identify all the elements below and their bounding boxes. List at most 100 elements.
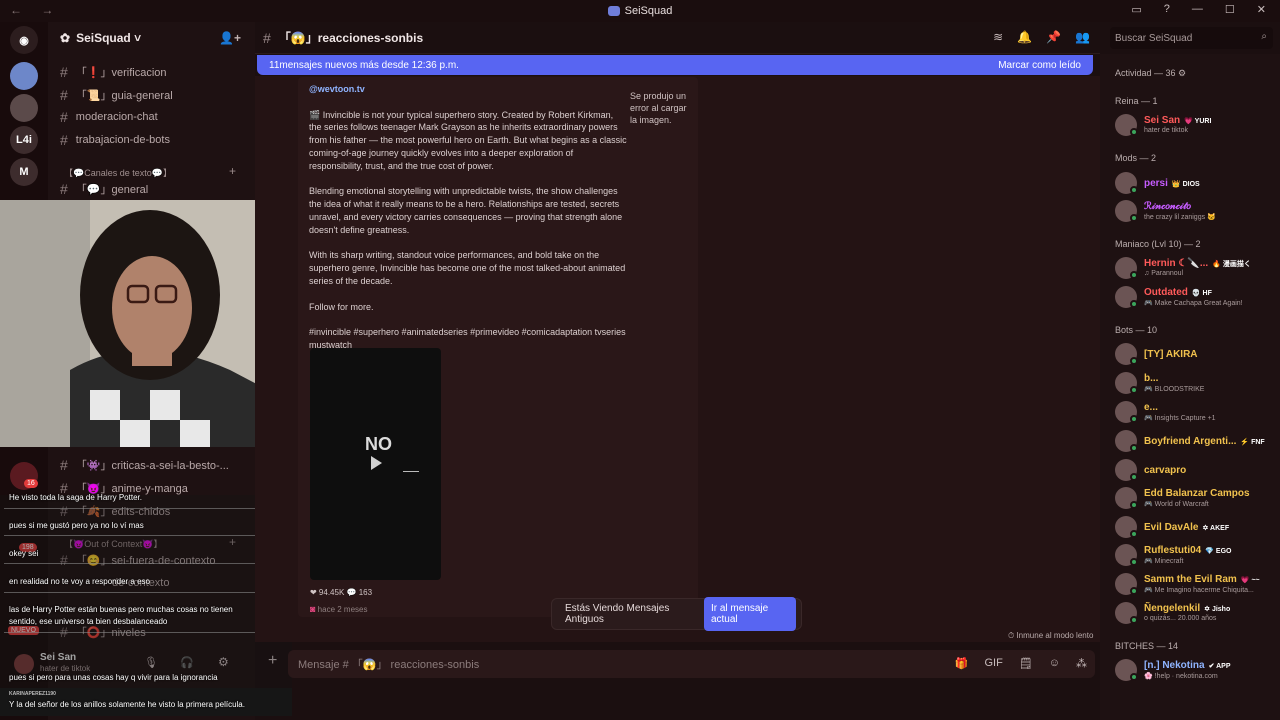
gif-icon[interactable]: GIF [984, 657, 1002, 670]
member-item[interactable]: b... 🎮 BLOODSTRIKE [1115, 371, 1275, 397]
add-channel-icon[interactable]: + [229, 164, 236, 178]
online-status-icon [1130, 300, 1138, 308]
member-item[interactable]: Ruflestuti04 💎 EGO 🎮 Minecraft [1115, 543, 1275, 569]
embed-timestamp: hace 2 meses [317, 605, 368, 614]
gift-icon[interactable]: 🎁 [955, 657, 969, 670]
likes-count: ❤ 94.45K [310, 588, 345, 597]
discord-home-icon[interactable]: ◉ [10, 26, 38, 54]
member-tag: 💀 HF [1191, 290, 1212, 297]
channel-general[interactable]: # 「💬」general [60, 179, 148, 199]
image-error-text: Se produjo un error al cargar la imagen. [630, 91, 687, 125]
inbox-icon[interactable]: ▭ [1131, 3, 1141, 16]
member-item[interactable]: [TY] AKIRA [1115, 342, 1275, 368]
channel-guia-general[interactable]: # 「📜」guia-general [60, 85, 173, 105]
old-messages-bar: Estás Viendo Mensajes Antiguos Ir al men… [551, 597, 802, 631]
emoji-icon[interactable]: ☺ [1049, 657, 1060, 670]
server-icon[interactable] [10, 62, 38, 90]
search-input[interactable]: Buscar SeiSquad ⌕ [1110, 27, 1273, 49]
hash-icon: # [60, 109, 68, 125]
member-name-text: Hernin ☾🔪... [1144, 258, 1209, 269]
member-item[interactable]: Edd Balanzar Campos 🎮 World of Warcraft [1115, 486, 1275, 512]
minimize-button[interactable]: — [1192, 3, 1203, 16]
member-name: Evil DavAle ✡ AKEF [1144, 522, 1229, 533]
online-status-icon [1130, 271, 1138, 279]
new-messages-text: 11mensajes nuevos más desde 12:36 p.m. [269, 59, 459, 71]
apps-icon[interactable]: ⁂ [1076, 657, 1087, 670]
message-input[interactable]: Mensaje # 「😱」 reacciones-sonbis 🎁 GIF 🗒 … [288, 650, 1095, 678]
chat-message: He visto toda la saga de Harry Potter. [9, 493, 142, 502]
hash-icon: # [60, 132, 68, 148]
divider [4, 592, 288, 593]
member-name-text: Edd Balanzar Campos [1144, 488, 1250, 499]
threads-icon[interactable]: ≋ [993, 30, 1003, 44]
member-name-text: Ruflestuti04 [1144, 545, 1202, 556]
online-status-icon [1130, 558, 1138, 566]
channel-trabajacion-de-bots[interactable]: # trabajacion-de-bots [60, 130, 170, 150]
embed-video[interactable]: NO [310, 348, 441, 580]
category-canales-de-texto[interactable]: 【💬Canales de texto💬】 [64, 166, 172, 179]
video-text: NO [365, 434, 392, 454]
member-item[interactable]: persi 👑 DIOS [1115, 171, 1275, 197]
help-icon[interactable]: ? [1164, 3, 1170, 16]
channel-moderacion-chat[interactable]: # moderacion-chat [60, 107, 158, 127]
member-item[interactable]: ℛ𝒾𝓃𝒸𝑜𝓃𝒸𝒾𝓉𝑜 the crazy lil zaniggs 🐱 [1115, 199, 1275, 225]
member-name: Edd Balanzar Campos [1144, 488, 1254, 499]
new-messages-bar[interactable]: 11mensajes nuevos más desde 12:36 p.m. M… [257, 55, 1093, 75]
maximize-button[interactable]: ☐ [1225, 3, 1235, 16]
server-icon[interactable]: M [10, 158, 38, 186]
comments-count: 💬 163 [346, 588, 373, 597]
member-item[interactable]: Ñengelenkil ✡ Jisho o quizás... 20.000 año… [1115, 601, 1275, 627]
activity-header[interactable]: Actividad — 36 ⚙ [1115, 68, 1186, 79]
chat-message: en realidad no te voy a responder a eso [9, 577, 150, 586]
online-status-icon [1130, 386, 1138, 394]
hash-icon: # [60, 181, 68, 197]
member-item[interactable]: Evil DavAle ✡ AKEF [1115, 515, 1275, 541]
bell-icon[interactable]: 🔔 [1017, 30, 1032, 44]
server-icon[interactable]: L4i [10, 126, 38, 154]
member-item[interactable]: Boyfriend Argenti... ⚡ FNF [1115, 429, 1275, 455]
server-header[interactable]: ✿ SeiSquad ˅ 👤+ [48, 22, 255, 54]
mark-as-read-button[interactable]: Marcar como leído [998, 60, 1081, 71]
embed-paragraph: With its sharp writing, standout voice p… [309, 250, 626, 286]
member-item[interactable]: carvapro [1115, 458, 1275, 484]
member-name: b... [1144, 373, 1162, 384]
member-tag: 🔥 漫画描く [1212, 261, 1251, 268]
message-placeholder: Mensaje # 「😱」 reacciones-sonbis [298, 659, 480, 671]
play-icon[interactable] [371, 456, 382, 470]
member-name: ℛ𝒾𝓃𝒸𝑜𝓃𝒸𝒾𝓉𝑜 [1144, 201, 1195, 212]
member-item[interactable]: Sei San 💗 YURI hater de tiktok [1115, 113, 1275, 139]
pin-icon[interactable]: 📌 [1046, 30, 1061, 44]
online-status-icon [1130, 501, 1138, 509]
old-messages-text: Estás Viendo Mensajes Antiguos [565, 603, 670, 625]
member-item[interactable]: Samm the Evil Ram 💗 ~~ 🎮 Me Imagino hacerm… [1115, 572, 1275, 598]
chat-message: okey sei [9, 549, 39, 558]
history-nav[interactable]: ← → [10, 3, 61, 17]
role-header: BITCHES — 14 [1115, 641, 1179, 651]
online-status-icon [1130, 673, 1138, 681]
channel-verificacion[interactable]: # 「❗」verificacion [60, 62, 167, 82]
member-status: the crazy lil zaniggs 🐱 [1144, 214, 1216, 221]
online-status-icon [1130, 214, 1138, 222]
embed-author[interactable]: @wevtoon.tv [309, 83, 627, 96]
member-status: hater de tiktok [1144, 127, 1188, 134]
online-status-icon [1130, 530, 1138, 538]
member-name-text: carvapro [1144, 465, 1187, 476]
server-icon[interactable] [10, 94, 38, 122]
member-item[interactable]: Hernin ☾🔪... 🔥 漫画描く ♫ Parannoul [1115, 256, 1275, 282]
jump-to-present-button[interactable]: Ir al mensaje actual [703, 597, 796, 631]
mention-badge: 16 [24, 479, 38, 488]
member-item[interactable]: e... 🎮 Insights Capture +1 [1115, 400, 1275, 426]
member-name-text: Outdated [1144, 287, 1188, 298]
sticker-icon[interactable]: 🗒 [1019, 657, 1033, 670]
chat-message: las de Harry Potter están buenas pero mu… [9, 605, 233, 614]
add-member-icon[interactable]: 👤+ [219, 31, 241, 45]
role-header: Bots — 10 [1115, 325, 1158, 335]
app-logo-icon [607, 6, 620, 16]
member-name-text: Evil DavAle [1144, 522, 1199, 533]
close-button[interactable]: ✕ [1257, 3, 1266, 16]
channel-criticas[interactable]: # 「👾」criticas-a-sei-la-besto-... [60, 455, 229, 475]
member-item[interactable]: [n.] Nekotina ✔ APP 🌸 !help · nekotina.com [1115, 658, 1275, 684]
member-status: o quizás... 20.000 años [1144, 615, 1217, 622]
members-icon[interactable]: 👥 [1075, 30, 1090, 44]
member-item[interactable]: Outdated 💀 HF 🎮 Make Cachapa Great Again! [1115, 285, 1275, 311]
